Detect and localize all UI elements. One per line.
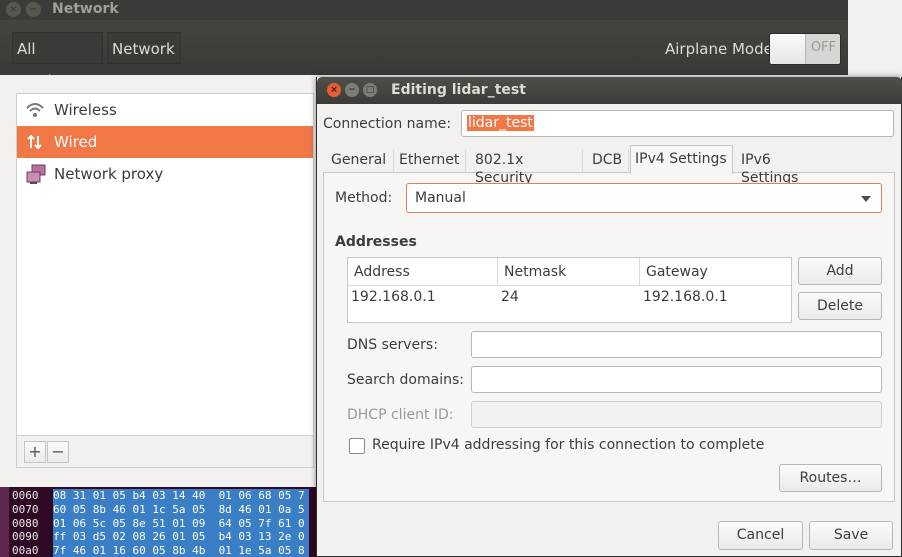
chevron-down-icon	[861, 196, 871, 202]
terminal-gutter	[0, 487, 9, 557]
tab-ipv4-settings[interactable]: IPv4 Settings	[630, 145, 733, 174]
tab-8021x-security[interactable]: 802.1x Security	[471, 149, 583, 186]
connection-name-label: Connection name:	[323, 116, 452, 132]
add-device-button[interactable]: +	[24, 441, 46, 463]
network-toolbar: All Settings Network Airplane Mode OFF	[0, 20, 848, 90]
device-item-wireless[interactable]: Wireless	[17, 94, 313, 126]
address-cell[interactable]: 192.168.0.1	[351, 289, 436, 305]
network-breadcrumb-button[interactable]: Network	[107, 32, 181, 64]
editing-connection-dialog: × − □ Editing lidar_test Connection name…	[316, 77, 902, 557]
column-header-gateway[interactable]: Gateway	[640, 258, 791, 286]
airplane-mode-state: OFF	[810, 40, 836, 55]
remove-device-button[interactable]: −	[47, 441, 69, 463]
device-list-toolbar: + −	[16, 436, 314, 468]
dialog-title: Editing lidar_test	[391, 82, 526, 98]
hex-byte-row: 7f 46 01 16 60 05 8b 4b 01 1e 5a 05 8	[53, 544, 305, 557]
search-domains-input[interactable]	[471, 366, 882, 393]
addresses-heading: Addresses	[335, 234, 417, 250]
airplane-mode-toggle[interactable]: OFF	[769, 33, 841, 65]
tab-ipv6-settings[interactable]: IPv6 Settings	[737, 149, 835, 186]
hex-offsets: 0060 0070 0080 0090 00a0	[12, 489, 39, 557]
save-button[interactable]: Save	[809, 521, 893, 550]
connection-name-field[interactable]: lidar_test	[461, 110, 894, 137]
tab-dcb[interactable]: DCB	[588, 149, 629, 173]
hex-byte-row: 01 06 5c 05 8e 51 01 09 64 05 7f 61 0	[53, 516, 305, 530]
hex-offset: 0070	[12, 502, 39, 516]
proxy-icon	[25, 164, 46, 184]
device-item-network-proxy[interactable]: Network proxy	[17, 158, 313, 190]
maximize-icon[interactable]: □	[363, 83, 377, 97]
hex-bytes: 08 31 01 05 b4 03 14 40 01 06 68 05 7 60 …	[53, 489, 309, 557]
add-address-button[interactable]: Add	[798, 257, 882, 285]
close-icon[interactable]: ×	[6, 2, 21, 17]
method-value: Manual	[415, 190, 466, 206]
airplane-mode-label: Airplane Mode	[665, 40, 773, 58]
connection-name-value: lidar_test	[467, 115, 534, 131]
toggle-knob	[770, 34, 806, 64]
hex-byte-row: ff 03 d5 02 08 26 01 05 b4 03 13 2e 0	[53, 530, 305, 544]
all-settings-button[interactable]: All Settings	[12, 32, 103, 90]
hex-offset: 0060	[12, 489, 39, 502]
addresses-table[interactable]: Address Netmask Gateway 192.168.0.1 24 1…	[347, 257, 792, 323]
dhcp-client-id-label: DHCP client ID:	[347, 407, 454, 423]
require-ipv4-label[interactable]: Require IPv4 addressing for this connect…	[372, 437, 764, 453]
close-icon[interactable]: ×	[327, 83, 341, 97]
hex-offset: 0090	[12, 530, 39, 544]
column-header-netmask[interactable]: Netmask	[498, 258, 640, 286]
hex-offset: 00a0	[12, 544, 39, 557]
tab-ethernet[interactable]: Ethernet	[395, 149, 466, 173]
dhcp-client-id-input	[471, 401, 882, 428]
hex-offset: 0080	[12, 516, 39, 530]
wifi-icon	[25, 100, 45, 120]
device-label: Network proxy	[54, 165, 164, 183]
require-ipv4-checkbox[interactable]	[349, 438, 365, 454]
column-header-address[interactable]: Address	[348, 258, 498, 286]
network-window-titlebar: × − Network	[0, 0, 848, 20]
window-title: Network	[52, 1, 119, 17]
device-item-wired[interactable]: Wired	[17, 126, 313, 158]
tab-general[interactable]: General	[327, 149, 394, 173]
routes-button[interactable]: Routes…	[779, 464, 882, 492]
device-label: Wireless	[54, 101, 117, 119]
minimize-icon[interactable]: −	[345, 83, 359, 97]
dialog-titlebar: × − □ Editing lidar_test	[317, 77, 902, 104]
hex-byte-row: 60 05 8b 46 01 1c 5a 05 8d 46 01 0a 5	[53, 502, 305, 516]
method-label: Method:	[335, 190, 393, 206]
device-list: Wireless Wired Network proxy	[16, 93, 314, 436]
wired-icon	[25, 132, 45, 152]
delete-address-button[interactable]: Delete	[798, 292, 882, 320]
cancel-button[interactable]: Cancel	[718, 521, 803, 550]
hex-byte-row: 08 31 01 05 b4 03 14 40 01 06 68 05 7	[53, 489, 305, 502]
search-domains-label: Search domains:	[347, 372, 464, 388]
dns-servers-label: DNS servers:	[347, 337, 438, 353]
netmask-cell[interactable]: 24	[501, 289, 519, 305]
method-select[interactable]: Manual	[406, 183, 882, 213]
device-label: Wired	[54, 133, 98, 151]
dns-servers-input[interactable]	[471, 331, 882, 358]
gateway-cell[interactable]: 192.168.0.1	[643, 289, 728, 305]
minimize-icon[interactable]: −	[26, 2, 41, 17]
terminal-hexdump: 0060 0070 0080 0090 00a0 08 31 01 05 b4 03 1…	[0, 487, 320, 557]
